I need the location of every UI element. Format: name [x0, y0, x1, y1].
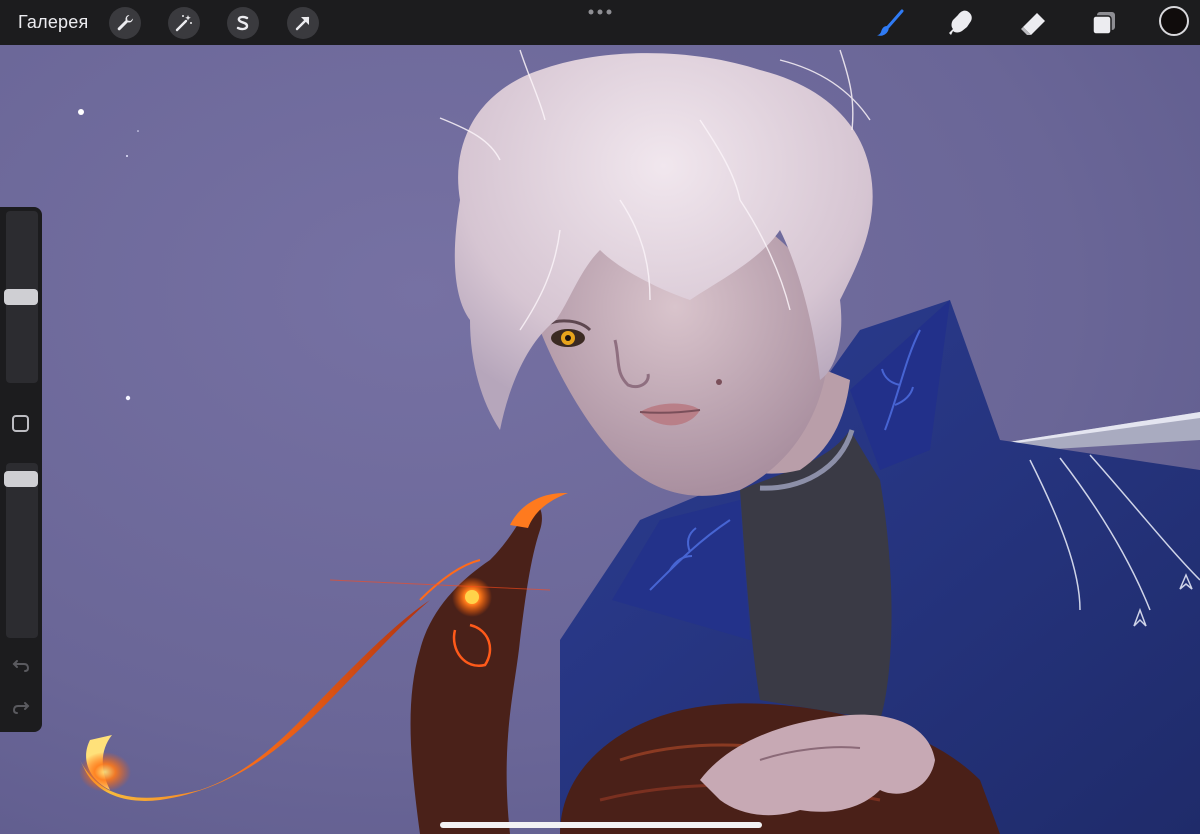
adjustments-button[interactable] [168, 7, 200, 39]
eraser-tool-button[interactable] [1017, 7, 1049, 39]
star [137, 130, 139, 132]
wrench-icon [117, 15, 133, 31]
actions-button[interactable] [109, 7, 141, 39]
top-toolbar: Галерея [0, 0, 1200, 45]
eraser-icon [1021, 13, 1045, 35]
redo-icon[interactable] [12, 697, 30, 715]
transform-button[interactable] [287, 7, 319, 39]
more-dots-icon[interactable] [588, 9, 612, 15]
opacity-slider[interactable] [6, 463, 38, 638]
modify-button[interactable] [12, 415, 29, 432]
star [126, 155, 128, 157]
artwork [0, 0, 1200, 834]
brush-tool-button[interactable] [875, 7, 907, 39]
star [78, 109, 84, 115]
layers-button[interactable] [1088, 7, 1120, 39]
brush-icon [877, 9, 904, 36]
opacity-slider-thumb[interactable] [4, 471, 38, 487]
drawing-canvas[interactable] [0, 0, 1200, 834]
selection-s-icon [236, 15, 249, 31]
gallery-button[interactable]: Галерея [18, 12, 88, 33]
brush-size-slider-thumb[interactable] [4, 289, 38, 305]
smudge-tool-button[interactable] [945, 7, 977, 39]
magic-wand-icon [175, 15, 192, 32]
undo-icon[interactable] [12, 655, 30, 673]
arrow-cursor-icon [295, 16, 310, 31]
home-indicator[interactable] [440, 822, 762, 828]
selection-button[interactable] [227, 7, 259, 39]
star [125, 395, 131, 401]
smudge-icon [949, 10, 972, 35]
layers-icon [1092, 12, 1115, 35]
phoenix-eye [465, 590, 479, 604]
left-sidebar [0, 207, 42, 732]
color-picker-button[interactable] [1159, 6, 1189, 36]
